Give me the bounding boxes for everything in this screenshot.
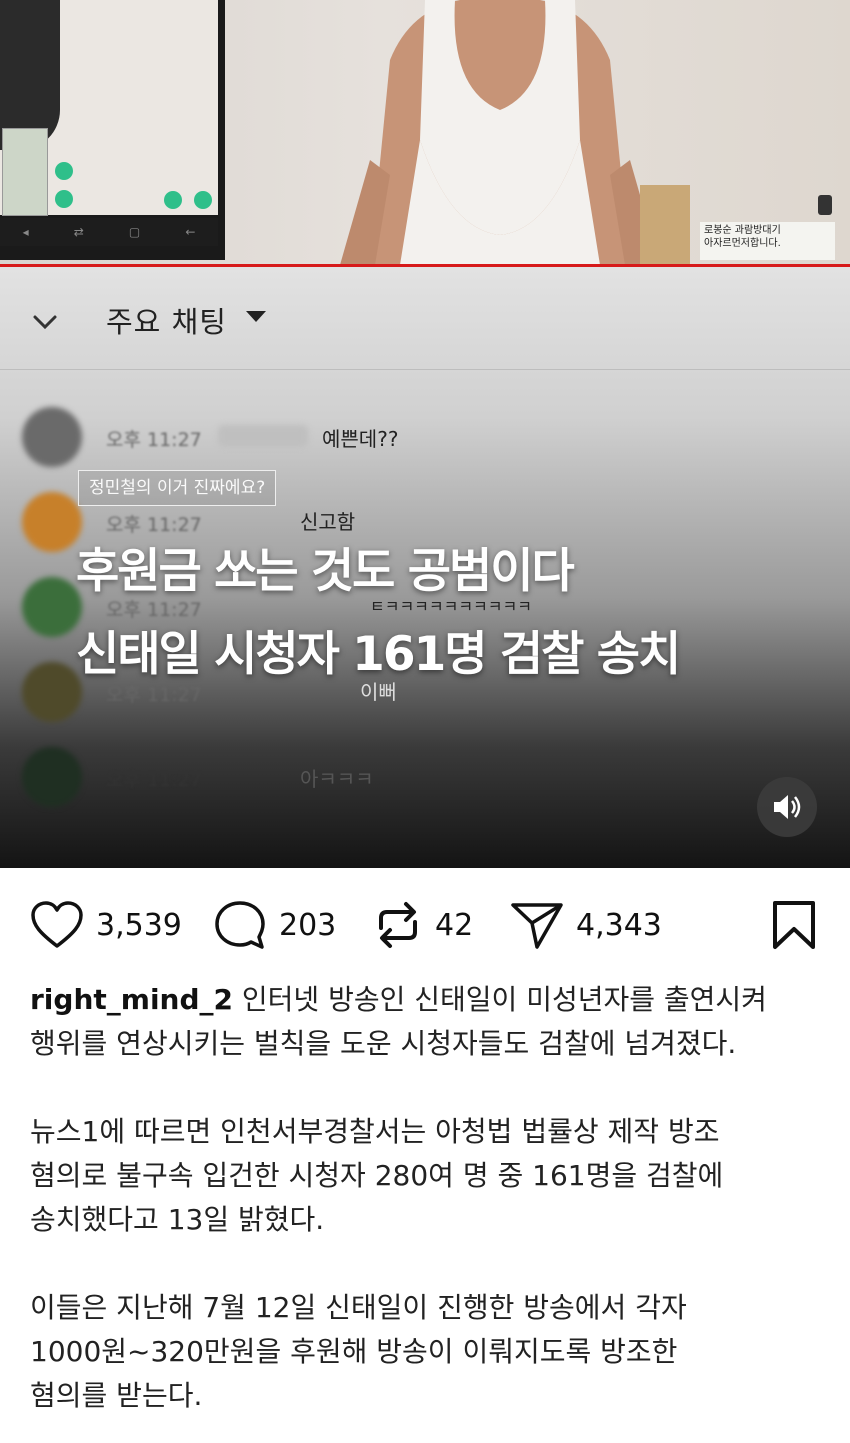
phone-screen-inset: ◂ ⇄ ▢ ←: [0, 0, 225, 260]
send-icon: [511, 903, 563, 949]
effect-icon: [55, 190, 73, 208]
like-count: 3,539: [96, 907, 182, 943]
phone-thumbnail: [2, 128, 48, 216]
camera-icon: [55, 162, 73, 180]
avatar: [22, 747, 82, 807]
action-bar: 3,539 203 42 4,343: [0, 890, 850, 960]
chat-header: 주요 채팅: [0, 267, 850, 367]
bookmark-icon: [773, 901, 815, 949]
chevron-down-icon[interactable]: [30, 307, 60, 337]
chat-message: 오후 11:27 아ㅋㅋㅋ: [0, 747, 850, 807]
share-button[interactable]: 4,343: [510, 890, 662, 960]
repost-button[interactable]: 42: [373, 890, 473, 960]
chat-icon: [164, 191, 182, 209]
caret-down-icon[interactable]: [246, 311, 266, 322]
like-button[interactable]: 3,539: [30, 890, 182, 960]
post-caption: right_mind_2 인터넷 방송인 신태일이 미성년자를 출연시켜 행위를…: [30, 978, 830, 1418]
speaker-icon: [774, 795, 801, 819]
share-count: 4,343: [576, 907, 662, 943]
repost-icon: [379, 902, 417, 948]
username-link[interactable]: right_mind_2: [30, 983, 233, 1016]
power-outlet: [818, 195, 832, 215]
phone-nav-bar: ◂ ⇄ ▢ ←: [0, 218, 218, 246]
avatar: [22, 577, 82, 637]
caption-paragraph-2: 뉴스1에 따르면 인천서부경찰서는 아청법 법률상 제작 방조 혐의로 불구속 …: [30, 1115, 724, 1236]
video-caption-card: 로봉순 과람방대기 아자르먼저합니다.: [700, 222, 835, 260]
heart-icon: [31, 901, 83, 948]
comment-count: 203: [279, 907, 337, 943]
avatar: [22, 662, 82, 722]
chat-title[interactable]: 주요 채팅: [106, 299, 227, 341]
volume-button[interactable]: [757, 777, 817, 837]
gift-icon: [194, 191, 212, 209]
headline-line-2: 신태일 시청자 161명 검찰 송치: [76, 627, 681, 682]
comment-icon: [215, 901, 265, 949]
save-button[interactable]: [770, 890, 818, 960]
avatar: [22, 492, 82, 552]
video-frame: ◂ ⇄ ▢ ← 로봉순 과람방대기 아자르먼저합니다.: [0, 0, 850, 267]
comment-button[interactable]: 203: [213, 890, 336, 960]
avatar: [22, 407, 82, 467]
series-tag: 정민철의 이거 진짜에요?: [78, 470, 277, 506]
chat-message: 오후 11:27 예쁜데??: [0, 407, 850, 467]
headline-line-1: 후원금 쏘는 것도 공범이다: [76, 544, 575, 599]
caption-paragraph-3: 이들은 지난해 7월 12일 신태일이 진행한 방송에서 각자 1000원~32…: [30, 1291, 687, 1412]
repost-count: 42: [435, 907, 474, 943]
person-figure: [340, 0, 660, 265]
media-post[interactable]: ◂ ⇄ ▢ ← 로봉순 과람방대기 아자르먼저합니다. 주요 채팅 오후 11:…: [0, 0, 850, 868]
